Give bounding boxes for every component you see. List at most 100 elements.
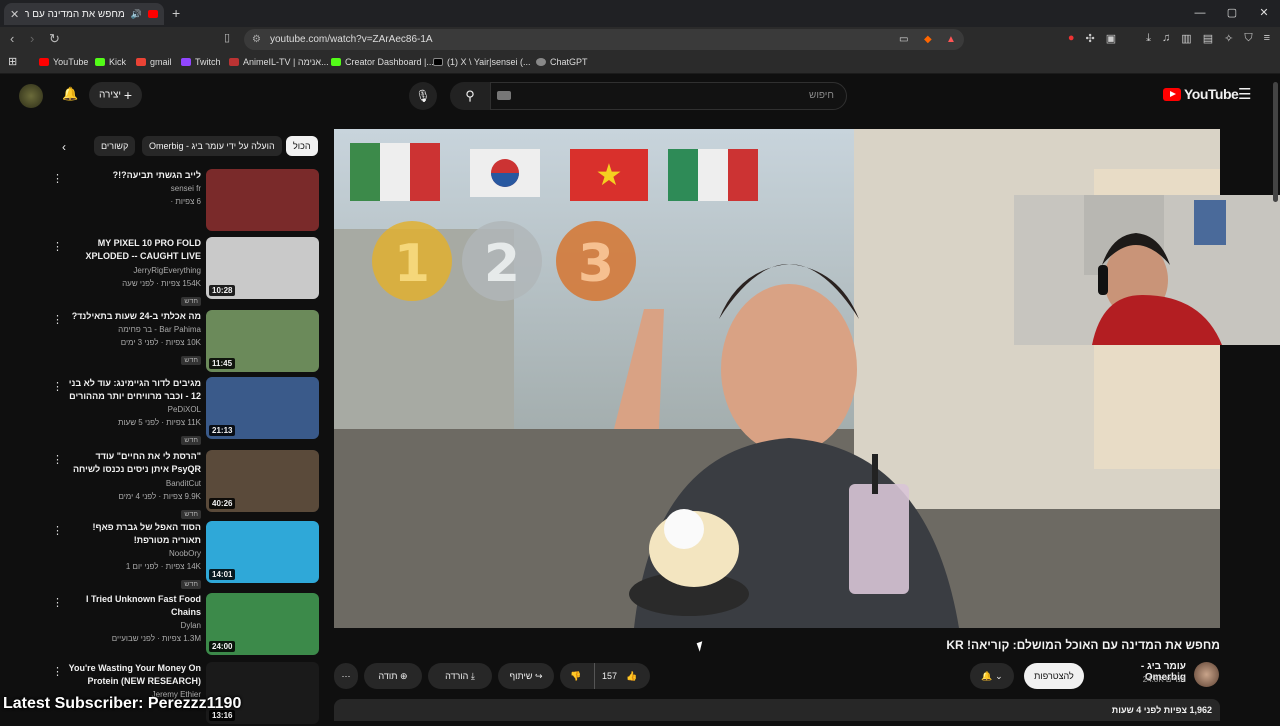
like-icon[interactable]: 👍 <box>626 663 637 689</box>
media-icon[interactable]: ♫ <box>1162 32 1170 45</box>
description-box[interactable]: 1,962 צפיות לפני 4 שעות <box>334 699 1220 721</box>
maximize-button[interactable]: ▢ <box>1216 0 1248 27</box>
download-icon[interactable]: ⤓ <box>1146 32 1151 45</box>
close-tab-icon[interactable]: ✕ <box>10 8 19 21</box>
bookmark-youtube[interactable]: YouTube <box>39 57 88 67</box>
new-tab-button[interactable]: + <box>172 5 180 21</box>
reload-icon[interactable]: ↻ <box>49 31 60 47</box>
more-options-icon[interactable]: ⋮ <box>52 172 63 185</box>
avatar[interactable] <box>19 84 43 108</box>
more-options-icon[interactable]: ⋮ <box>52 380 63 393</box>
recommendation-title[interactable]: מה אכלתי ב-24 שעות בתאילנד? <box>65 310 201 323</box>
recommendation-item[interactable]: ⋮ מגיבים לדור הגיימינג: עוד לא בני 12 - ו… <box>45 377 320 445</box>
recommendation-item[interactable]: ⋮ I Tried Unknown Fast Food Chains Dylan 1.… <box>45 593 320 657</box>
back-icon[interactable]: ‹ <box>10 31 14 46</box>
dislike-icon[interactable]: 👎 <box>570 663 581 689</box>
voice-search-icon[interactable]: 🎙 <box>409 82 437 110</box>
recommendation-title[interactable]: מגיבים לדור הגיימינג: עוד לא בני 12 - וכ… <box>65 377 201 403</box>
recommendation-item[interactable]: ⋮ לייב הגשתי תביעה?!? sensei fr 6 צפיות · <box>45 169 320 233</box>
more-actions-button[interactable]: ⋯ <box>334 663 358 689</box>
opera-icon[interactable]: ● <box>1068 32 1075 45</box>
recommendation-title[interactable]: הסוד האפל של גברת פאף! תאוריה מטורפת! <box>65 521 201 547</box>
recommendation-channel[interactable]: BanditCut <box>65 477 201 490</box>
recommendation-item[interactable]: ⋮ מה אכלתי ב-24 שעות בתאילנד? Bar Pahima -… <box>45 310 320 374</box>
recommendation-thumbnail[interactable]: 21:13 <box>206 377 319 439</box>
leo-icon[interactable]: ✧ <box>1224 32 1233 45</box>
recommendation-channel[interactable]: JerryRigEverything <box>65 264 201 277</box>
bookmark-x[interactable]: (1) X \ Yair|sensei (... <box>433 57 531 67</box>
bookmark-icon[interactable]: ▯ <box>224 31 230 44</box>
share-button[interactable]: ↪ שיתוף <box>498 663 554 689</box>
recommendation-item[interactable]: ⋮ הסוד האפל של גברת פאף! תאוריה מטורפת! No… <box>45 521 320 589</box>
recommendation-item[interactable]: ⋮ MY PIXEL 10 PRO FOLD XPLODED -- CAUGHT … <box>45 237 320 306</box>
speaker-icon[interactable]: 🔊 <box>131 9 142 20</box>
more-options-icon[interactable]: ⋮ <box>52 596 63 609</box>
recommendation-channel[interactable]: Dylan <box>65 619 201 632</box>
chip-all[interactable]: הכול <box>286 136 318 156</box>
sidebar-icon[interactable]: ▥ <box>1181 32 1191 45</box>
forward-icon[interactable]: › <box>30 31 34 46</box>
recommendation-thumbnail[interactable]: 10:28 <box>206 237 319 299</box>
bookmark-creator-dashboard[interactable]: Creator Dashboard |... <box>331 57 434 67</box>
recommendation-thumbnail[interactable]: 40:26 <box>206 450 319 512</box>
page-scrollbar[interactable] <box>1273 82 1278 202</box>
brave-shield-icon[interactable]: ◆ <box>924 29 932 50</box>
cast-icon[interactable]: ▭ <box>899 29 908 50</box>
more-options-icon[interactable]: ⋮ <box>52 453 63 466</box>
create-button[interactable]: + יצירה <box>89 82 142 108</box>
address-bar[interactable]: ⚙ youtube.com/watch?v=ZArAec86-1A ▭ ◆ ▲ <box>244 29 964 50</box>
notification-settings-button[interactable]: ⌄ 🔔 <box>970 663 1014 689</box>
channel-avatar[interactable] <box>1194 662 1219 687</box>
recommendation-thumbnail[interactable] <box>206 169 319 231</box>
recommendation-thumbnail[interactable]: 14:01 <box>206 521 319 583</box>
recommendation-thumbnail[interactable]: 13:16 <box>206 662 319 724</box>
bookmark-twitch[interactable]: Twitch <box>181 57 221 67</box>
search-icon[interactable]: ⚲ <box>450 82 490 110</box>
download-button[interactable]: ⤓ הורדה <box>428 663 492 689</box>
hamburger-menu-icon[interactable]: ☰ <box>1238 85 1251 103</box>
minimize-button[interactable]: — <box>1184 0 1216 27</box>
keyboard-icon[interactable] <box>497 91 511 100</box>
recommendation-item[interactable]: ⋮ "הרסת לי את החיים" עודד PsyQR איתן ניסי… <box>45 450 320 519</box>
browser-tab[interactable]: 🔊 מחפש את המדינה עם האוכל ✕ <box>4 3 164 25</box>
recommendation-title[interactable]: You're Wasting Your Money On Protein (NE… <box>65 662 201 688</box>
browser-menu-icon[interactable]: ≡ <box>1264 32 1270 45</box>
recommendation-title[interactable]: I Tried Unknown Fast Food Chains <box>65 593 201 619</box>
recommendation-meta: I Tried Unknown Fast Food Chains Dylan 1.3… <box>65 593 201 645</box>
recommendation-thumbnail[interactable]: 11:45 <box>206 310 319 372</box>
wallet-icon[interactable]: ▤ <box>1203 32 1213 45</box>
more-options-icon[interactable]: ⋮ <box>52 524 63 537</box>
thanks-button[interactable]: ⊕ תודה <box>364 663 422 689</box>
search-input[interactable]: חיפוש <box>490 82 847 110</box>
extensions-icon[interactable]: ✣ <box>1086 32 1095 45</box>
subscribe-button[interactable]: להצטרפות <box>1024 663 1084 689</box>
bookmark-chatgpt[interactable]: ChatGPT <box>536 57 588 67</box>
recommendation-channel[interactable]: Bar Pahima - בר פחימה <box>65 323 201 336</box>
chip-uploaded-by[interactable]: הועלה על ידי עומר ביג - Omerbig <box>142 136 282 156</box>
youtube-logo[interactable]: YouTube <box>1163 86 1239 102</box>
apps-icon[interactable]: ⊞ <box>8 55 17 68</box>
close-window-button[interactable]: ✕ <box>1248 0 1280 27</box>
recommendation-thumbnail[interactable]: 24:00 <box>206 593 319 655</box>
recommendation-channel[interactable]: sensei fr <box>65 182 201 195</box>
vpn-icon[interactable]: ⛉ <box>1244 32 1252 45</box>
rewards-icon[interactable]: ▲ <box>946 29 956 50</box>
notifications-bell-icon[interactable]: 🔔 <box>62 86 78 102</box>
recommendation-channel[interactable]: NoobOry <box>65 547 201 560</box>
chip-related[interactable]: קשורים <box>94 136 136 156</box>
recommendation-title[interactable]: MY PIXEL 10 PRO FOLD XPLODED -- CAUGHT L… <box>65 237 201 264</box>
recommendation-title[interactable]: לייב הגשתי תביעה?!? <box>65 169 201 182</box>
more-options-icon[interactable]: ⋮ <box>52 240 63 253</box>
recommendation-title[interactable]: "הרסת לי את החיים" עודד PsyQR איתן ניסים… <box>65 450 201 477</box>
like-count[interactable]: 157 <box>602 663 617 689</box>
bookmark-kick[interactable]: Kick <box>95 57 126 67</box>
screenshot-icon[interactable]: ▣ <box>1106 32 1116 45</box>
more-options-icon[interactable]: ⋮ <box>52 665 63 678</box>
svg-text:3: 3 <box>578 234 614 294</box>
bookmark-gmail[interactable]: gmail <box>136 57 172 67</box>
recommendation-channel[interactable]: PeDiXOL <box>65 403 201 416</box>
bookmark-animeil[interactable]: AnimeIL-TV | אנימה... <box>229 57 329 67</box>
recommendation-item[interactable]: ⋮ You're Wasting Your Money On Protein (N… <box>45 662 320 726</box>
more-options-icon[interactable]: ⋮ <box>52 313 63 326</box>
site-info-icon[interactable]: ⚙ <box>252 29 261 50</box>
